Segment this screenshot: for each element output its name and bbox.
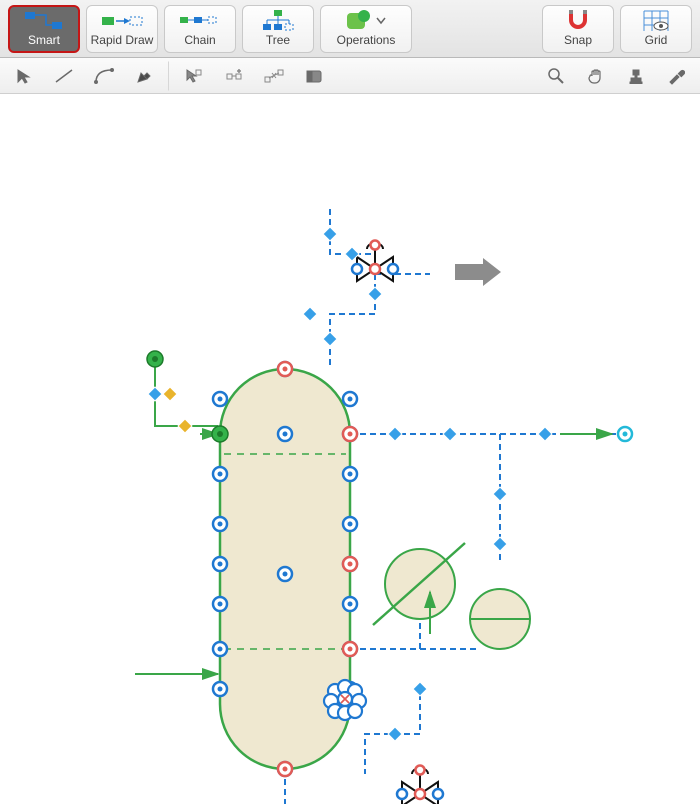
chain-icon <box>180 10 220 32</box>
pen-tool[interactable] <box>124 61 164 91</box>
snap-magnet-icon <box>565 10 591 32</box>
stamp-tool[interactable] <box>616 61 656 91</box>
line-tool[interactable] <box>44 61 84 91</box>
rapid-draw-button[interactable]: Rapid Draw <box>86 5 158 53</box>
main-toolbar: Smart Rapid Draw Chain Tree Operations S… <box>0 0 700 58</box>
chain-button[interactable]: Chain <box>164 5 236 53</box>
node-add-tool[interactable] <box>214 61 254 91</box>
rapid-draw-label: Rapid Draw <box>91 33 154 47</box>
smart-label: Smart <box>28 33 60 47</box>
library-tool[interactable] <box>294 61 334 91</box>
edit-toolbar <box>0 58 700 94</box>
separator <box>168 61 170 91</box>
curve-tool[interactable] <box>84 61 124 91</box>
grid-label: Grid <box>645 33 668 47</box>
drawing-canvas[interactable] <box>0 94 700 804</box>
operations-label: Operations <box>337 33 396 47</box>
snap-label: Snap <box>564 33 592 47</box>
rapid-draw-icon <box>100 10 144 32</box>
grid-eye-icon <box>643 10 669 32</box>
grid-button[interactable]: Grid <box>620 5 692 53</box>
zoom-tool[interactable] <box>536 61 576 91</box>
tree-label: Tree <box>266 33 290 47</box>
smart-mode-button[interactable]: Smart <box>8 5 80 53</box>
hand-tool[interactable] <box>576 61 616 91</box>
pump-symbol[interactable] <box>373 543 465 625</box>
chain-label: Chain <box>184 33 215 47</box>
node-break-tool[interactable] <box>254 61 294 91</box>
node-pointer-tool[interactable] <box>174 61 214 91</box>
eyedropper-tool[interactable] <box>656 61 696 91</box>
exchanger-symbol[interactable] <box>470 589 530 649</box>
smart-connector-icon <box>24 10 64 32</box>
operations-icon <box>346 10 386 32</box>
tree-button[interactable]: Tree <box>242 5 314 53</box>
select-cursor-tool[interactable] <box>4 61 44 91</box>
chevron-down-icon <box>376 17 386 25</box>
tree-icon <box>261 10 295 32</box>
snap-button[interactable]: Snap <box>542 5 614 53</box>
operations-button[interactable]: Operations <box>320 5 412 53</box>
